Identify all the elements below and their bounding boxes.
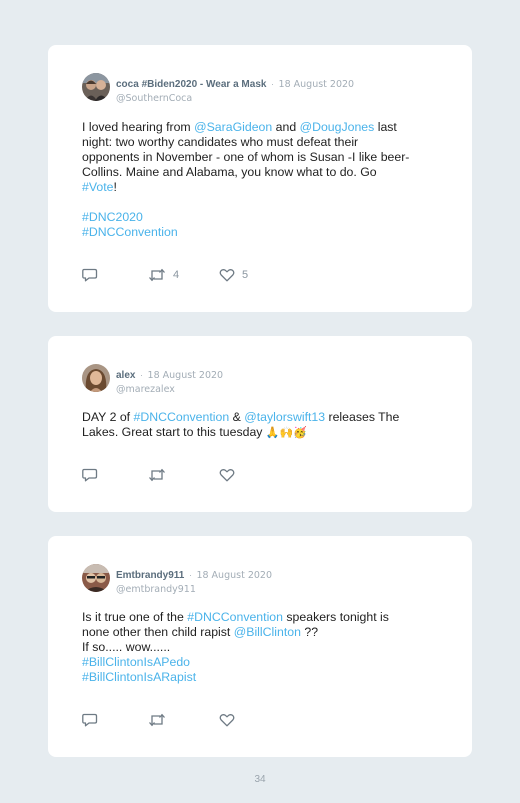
avatar[interactable] [82,364,110,392]
tweet-header: alex · 18 August 2020 @marezalex [82,364,452,395]
like-count: 5 [242,269,249,281]
tweet-text-blank-line [82,195,446,210]
tweet-text-line: #DNC2020 [82,210,446,225]
tweet-text-segment: & [229,410,245,424]
tweet-text-segment: ?? [300,625,319,639]
avatar[interactable] [82,73,110,101]
hashtag-link[interactable]: #DNCConvention [82,225,178,239]
tweet-text-line: Lakes. Great start to this tuesday 🙏🙌🥳 [82,425,446,441]
avatar-image [82,73,110,101]
emoji-text: 🙏🙌🥳 [265,427,307,439]
author-handle[interactable]: @marezalex [116,384,223,395]
tweet-date[interactable]: 18 August 2020 [279,79,355,90]
retweet-button[interactable] [148,468,173,482]
retweet-icon [149,468,165,482]
reply-icon [82,268,98,282]
separator-dot: · [188,570,192,581]
mention-link[interactable]: @taylorswift13 [244,410,325,424]
tweet-text-segment: none other then child rapist [82,625,234,639]
author-meta: Emtbrandy911 · 18 August 2020 @emtbrandy… [116,565,272,595]
tweet-card: Emtbrandy911 · 18 August 2020 @emtbrandy… [48,536,472,757]
retweet-button[interactable]: 4 [148,268,179,282]
tweet-text-line: #BillClintonIsAPedo [82,655,446,670]
author-meta: coca #Biden2020 - Wear a Mask · 18 Augus… [116,74,354,104]
tweet-text-segment: releases The [325,410,400,424]
hashtag-link[interactable]: #Vote [82,180,113,194]
tweet-header: Emtbrandy911 · 18 August 2020 @emtbrandy… [82,564,452,595]
tweet-card: coca #Biden2020 - Wear a Mask · 18 Augus… [48,45,472,312]
tweet-text-segment: DAY 2 of [82,410,134,424]
tweet-text-line: I loved hearing from @SaraGideon and @Do… [82,120,446,135]
tweet-text-segment: Is it true one of the [82,610,188,624]
hashtag-link[interactable]: #BillClintonIsARapist [82,670,196,684]
tweet-text-segment: I loved hearing from [82,120,195,134]
tweet-text-line: Is it true one of the #DNCConvention spe… [82,610,446,625]
reply-button[interactable] [82,268,98,282]
like-button[interactable] [219,713,242,727]
tweet-date[interactable]: 18 August 2020 [148,370,224,381]
tweet-text-segment: ! [113,180,117,194]
tweet-date[interactable]: 18 August 2020 [196,570,272,581]
tweet-text-line: night: two worthy candidates who must de… [82,135,446,150]
hashtag-link[interactable]: #DNCConvention [187,610,283,624]
tweet-text-line: #BillClintonIsARapist [82,670,446,685]
tweet-text-segment: If so..... wow...... [82,640,171,654]
author-name[interactable]: coca #Biden2020 - Wear a Mask [116,79,266,90]
tweet-text-segment: Lakes. Great start to this tuesday [82,425,266,439]
author-handle[interactable]: @SouthernCoca [116,93,354,104]
tweet-text-segment: night: two worthy candidates who must de… [82,135,359,149]
avatar[interactable] [82,564,110,592]
tweet-text-segment: last [374,120,397,134]
like-button[interactable]: 5 [219,268,248,282]
retweet-count: 4 [173,269,180,281]
retweet-icon [149,268,165,282]
heart-icon [219,469,235,482]
author-meta: alex · 18 August 2020 @marezalex [116,365,223,395]
tweet-text-line: opponents in November - one of whom is S… [82,150,446,165]
tweet-text: I loved hearing from @SaraGideon and @Do… [82,120,446,240]
separator-dot: · [139,370,144,381]
retweet-button[interactable] [148,713,173,727]
reply-icon [82,713,98,727]
author-name[interactable]: alex [116,370,135,381]
hashtag-link[interactable]: #DNC2020 [82,210,143,224]
page: { "tweets": [ { "author": "coca #Biden20… [0,0,520,803]
tweet-text-line: Collins. Maine and Alabama, you know wha… [82,165,446,180]
hashtag-link[interactable]: #DNCConvention [134,410,230,424]
tweet-text: DAY 2 of #DNCConvention & @taylorswift13… [82,410,446,441]
heart-icon [219,269,235,282]
tweet-header: coca #Biden2020 - Wear a Mask · 18 Augus… [82,73,452,104]
hashtag-link[interactable]: #BillClintonIsAPedo [82,655,190,669]
reply-button[interactable] [82,713,98,727]
mention-link[interactable]: @DougJones [300,120,375,134]
author-name[interactable]: Emtbrandy911 [116,570,184,581]
author-handle[interactable]: @emtbrandy911 [116,584,272,595]
tweet-text-segment: and [272,120,300,134]
reply-icon [82,468,98,482]
tweet-text-line: DAY 2 of #DNCConvention & @taylorswift13… [82,410,446,425]
tweet-text-line: none other then child rapist @BillClinto… [82,625,446,640]
tweet-card: alex · 18 August 2020 @marezalex DAY 2 o… [48,336,472,512]
tweet-actions [82,468,342,482]
avatar-image [82,564,110,592]
avatar-image [82,364,110,392]
mention-link[interactable]: @SaraGideon [194,120,272,134]
reply-button[interactable] [82,468,98,482]
retweet-icon [149,713,165,727]
tweet-text: Is it true one of the #DNCConvention spe… [82,610,446,685]
page-number: 34 [254,774,266,785]
like-button[interactable] [219,468,242,482]
tweet-text-segment: opponents in November - one of whom is S… [82,150,410,164]
heart-icon [219,714,235,727]
tweet-text-line: If so..... wow...... [82,640,446,655]
tweet-text-segment: Collins. Maine and Alabama, you know wha… [82,165,377,179]
tweet-text-line: #DNCConvention [82,225,446,240]
mention-link[interactable]: @BillClinton [234,625,301,639]
tweet-text-line: #Vote! [82,180,446,195]
tweet-text-segment: speakers tonight is [282,610,389,624]
tweet-actions: 4 5 [82,268,342,282]
separator-dot: · [270,79,275,90]
tweet-actions [82,713,342,727]
